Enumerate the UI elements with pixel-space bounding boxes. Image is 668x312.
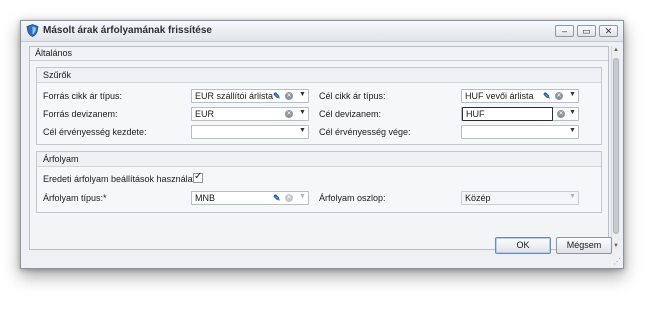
chevron-down-icon: ▼ — [569, 193, 576, 200]
chevron-down-icon[interactable]: ▼ — [569, 127, 576, 134]
title-bar[interactable]: Másolt árak árfolyamának frissítése ‒ ▭ … — [21, 21, 623, 42]
minimize-button[interactable]: ‒ — [555, 25, 574, 37]
close-button[interactable]: ✕ — [599, 25, 618, 37]
pencil-icon[interactable]: ✎ — [543, 91, 551, 102]
shield-icon — [26, 24, 39, 37]
chevron-down-icon[interactable]: ▼ — [299, 91, 306, 98]
validity-end-label: Cél érvényesség vége: — [319, 127, 411, 137]
validity-end-date[interactable]: ▼ — [461, 125, 579, 139]
dialog-window: Másolt árak árfolyamának frissítése ‒ ▭ … — [20, 20, 624, 269]
resize-grip-icon[interactable]: ⋰ — [613, 257, 621, 266]
target-currency-value: HUF — [466, 109, 485, 119]
chevron-down-icon[interactable]: ▼ — [569, 91, 576, 98]
rate-group-header: Árfolyam — [37, 152, 601, 167]
source-price-type-value: EUR szállítói árlista — [195, 91, 274, 101]
target-currency-combo[interactable]: HUF ✕ ▼ — [461, 107, 579, 121]
chevron-down-icon[interactable]: ▼ — [299, 109, 306, 116]
pencil-icon[interactable]: ✎ — [273, 91, 281, 102]
source-currency-label: Forrás devizanem: — [43, 109, 118, 119]
general-section-header: Általános — [30, 47, 608, 61]
target-currency-label: Cél devizanem: — [319, 109, 382, 119]
window-title: Másolt árak árfolyamának frissítése — [43, 25, 212, 36]
target-currency-input[interactable]: HUF — [462, 107, 553, 121]
clear-icon[interactable]: ✕ — [285, 92, 293, 100]
use-original-rate-checkbox[interactable]: ✓ — [193, 171, 203, 183]
rate-column-combo[interactable]: Közép ▼ — [461, 191, 579, 205]
target-price-type-combo[interactable]: HUF vevői árlista ✎ ✕ ▼ — [461, 89, 579, 103]
filters-group: Szűrők Forrás cikk ár típus: EUR szállít… — [36, 67, 602, 145]
checkmark-icon: ✓ — [194, 171, 203, 182]
source-price-type-combo[interactable]: EUR szállítói árlista ✎ ✕ ▼ — [191, 89, 309, 103]
ok-button[interactable]: OK — [495, 237, 551, 254]
chevron-down-icon[interactable]: ▼ — [299, 127, 306, 134]
clear-icon[interactable]: ✕ — [555, 92, 563, 100]
validity-start-label: Cél érvényesség kezdete: — [43, 127, 147, 137]
pencil-icon[interactable]: ✎ — [273, 193, 281, 204]
source-price-type-label: Forrás cikk ár típus: — [43, 91, 123, 101]
rate-column-label: Árfolyam oszlop: — [319, 193, 386, 203]
vertical-scrollbar[interactable]: ▲ ▼ — [611, 46, 620, 250]
validity-start-date[interactable]: ▼ — [191, 125, 309, 139]
cancel-button[interactable]: Mégsem — [556, 237, 612, 254]
rate-column-value: Közép — [465, 193, 491, 203]
scroll-up-icon[interactable]: ▲ — [613, 47, 619, 53]
target-price-type-label: Cél cikk ár típus: — [319, 91, 386, 101]
scrollbar-thumb[interactable] — [613, 58, 619, 234]
filters-group-header: Szűrők — [37, 68, 601, 83]
scroll-down-icon[interactable]: ▼ — [613, 243, 619, 249]
chevron-down-icon[interactable]: ▼ — [569, 109, 576, 116]
clear-icon: ✕ — [285, 194, 293, 202]
use-original-rate-label: Eredeti árfolyam beállítások használata — [43, 174, 201, 184]
content-panel: Általános Szűrők Forrás cikk ár típus: E… — [29, 46, 609, 250]
clear-icon[interactable]: ✕ — [285, 110, 293, 118]
rate-type-combo[interactable]: MNB ✎ ✕ ▼ — [191, 191, 309, 205]
source-currency-combo[interactable]: EUR ✕ ▼ — [191, 107, 309, 121]
source-currency-value: EUR — [195, 109, 215, 119]
rate-type-value: MNB — [195, 193, 215, 203]
rate-group: Árfolyam Eredeti árfolyam beállítások ha… — [36, 151, 602, 213]
rate-type-label: Árfolyam típus:* — [43, 193, 107, 203]
clear-icon[interactable]: ✕ — [557, 110, 565, 118]
maximize-button[interactable]: ▭ — [577, 25, 596, 37]
chevron-down-icon: ▼ — [299, 193, 306, 200]
target-price-type-value: HUF vevői árlista — [465, 91, 534, 101]
